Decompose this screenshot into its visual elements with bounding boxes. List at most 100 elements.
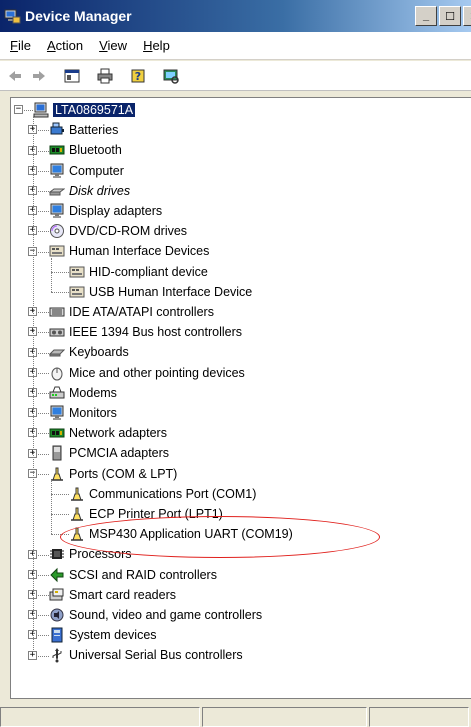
tree-item-label: Network adapters (69, 426, 167, 441)
tree-device[interactable]: USB Human Interface Device (69, 282, 252, 302)
tree-line (51, 479, 52, 535)
processor-icon (49, 546, 65, 562)
root-collapse-toggle[interactable]: − (14, 105, 23, 115)
tree-category[interactable]: Computer (49, 161, 124, 181)
tree-category[interactable]: Smart card readers (49, 585, 176, 605)
tree-device[interactable]: Communications Port (COM1) (69, 484, 256, 504)
device-tree[interactable]: − LTA0869571A + Batteries + Bluetooth + Compute… (10, 97, 471, 699)
device-manager-icon (4, 9, 21, 23)
printer-icon (97, 68, 113, 83)
system-device-icon (49, 627, 65, 643)
tree-line (38, 413, 49, 415)
title-bar[interactable]: Device Manager _ ☐ ✕ (0, 0, 471, 32)
tree-line (38, 231, 49, 233)
pcmcia-icon (49, 445, 65, 461)
tree-line (38, 130, 49, 132)
root-computer-icon (33, 102, 49, 118)
tree-item-label: Ports (COM & LPT) (69, 466, 178, 481)
tree-category[interactable]: DVD/CD-ROM drives (49, 221, 187, 241)
firewire-icon (49, 324, 65, 340)
tree-category[interactable]: Human Interface Devices (49, 241, 209, 261)
tree-line (38, 574, 49, 576)
scan-hardware-button[interactable] (160, 65, 182, 87)
tree-category[interactable]: PCMCIA adapters (49, 443, 169, 463)
tree-item-label: HID-compliant device (89, 264, 208, 279)
tree-category[interactable]: Keyboards (49, 342, 129, 362)
menu-view[interactable]: View (93, 36, 137, 55)
forward-button[interactable] (28, 65, 50, 87)
tree-line (51, 534, 69, 536)
tree-item-label: LTA0869571A (53, 103, 136, 117)
console-tree-icon (64, 69, 80, 82)
battery-icon (49, 122, 65, 138)
tree-line (38, 352, 49, 354)
tree-device[interactable]: ECP Printer Port (LPT1) (69, 504, 223, 524)
tree-category[interactable]: Batteries (49, 120, 118, 140)
menu-file[interactable]: File (4, 36, 41, 55)
tree-line (38, 392, 49, 394)
tree-item-label: PCMCIA adapters (69, 446, 170, 461)
tree-category[interactable]: Mice and other pointing devices (49, 363, 245, 383)
tree-item-label: IEEE 1394 Bus host controllers (69, 325, 243, 340)
tree-item-label: Keyboards (69, 345, 129, 360)
tree-category[interactable]: SCSI and RAID controllers (49, 565, 217, 585)
ide-controller-icon (49, 304, 65, 320)
tree-category[interactable]: Bluetooth (49, 140, 122, 160)
menu-help[interactable]: Help (137, 36, 180, 55)
minimize-button[interactable]: _ (415, 6, 437, 26)
tree-device[interactable]: MSP430 Application UART (COM19) (69, 524, 293, 544)
tree-item-label: Modems (69, 385, 117, 400)
toolbar-separator (56, 65, 57, 86)
tree-line (38, 150, 49, 152)
disk-drive-icon (49, 183, 65, 199)
console-tree-button[interactable] (61, 65, 83, 87)
tree-category[interactable]: System devices (49, 625, 157, 645)
expand-toggle[interactable]: + (28, 650, 37, 660)
usb-icon (49, 647, 65, 663)
help-button[interactable]: ? (127, 65, 149, 87)
tree-item-label: USB Human Interface Device (89, 284, 253, 299)
tree-item-label: IDE ATA/ATAPI controllers (69, 305, 214, 319)
tree-category[interactable]: Sound, video and game controllers (49, 605, 262, 625)
keyboard-icon (49, 344, 65, 360)
tree-category[interactable]: Ports (COM & LPT) (49, 464, 177, 484)
tree-item-label: Processors (69, 547, 132, 562)
window-title: Device Manager (25, 8, 132, 24)
bluetooth-chip-icon (49, 142, 65, 158)
tree-category[interactable]: Modems (49, 383, 117, 403)
tree-category[interactable]: Display adapters (49, 201, 162, 221)
modem-icon (49, 385, 65, 401)
toolbar-separator (89, 65, 90, 86)
menu-action[interactable]: Action (41, 36, 93, 55)
tree-item-label: Computer (69, 163, 124, 178)
device-manager-window: Device Manager _ ☐ ✕ File Action View He… (0, 0, 471, 727)
tree-device[interactable]: HID-compliant device (69, 262, 208, 282)
tree-category[interactable]: Monitors (49, 403, 117, 423)
toolbar-separator (155, 65, 156, 86)
close-button[interactable]: ✕ (463, 6, 471, 26)
tree-root[interactable]: LTA0869571A (33, 100, 136, 120)
tree-line (51, 291, 69, 293)
tree-category[interactable]: Disk drives (49, 181, 130, 201)
tree-category[interactable]: IEEE 1394 Bus host controllers (49, 322, 242, 342)
tree-line (38, 615, 49, 617)
tree-category[interactable]: Universal Serial Bus controllers (49, 645, 243, 665)
tree-category[interactable]: Network adapters (49, 423, 167, 443)
maximize-button[interactable]: ☐ (439, 6, 461, 26)
tree-line (51, 257, 52, 292)
print-button[interactable] (94, 65, 116, 87)
tree-category[interactable]: Processors (49, 544, 132, 564)
port-device-icon (69, 526, 85, 542)
hid-device-icon (69, 264, 85, 280)
tree-item-label: Batteries (69, 123, 119, 138)
back-button[interactable] (4, 65, 26, 87)
display-adapter-icon (49, 203, 65, 219)
tree-category[interactable]: IDE ATA/ATAPI controllers (49, 302, 214, 322)
tree-item-label: Communications Port (COM1) (89, 486, 257, 501)
tree-line (38, 433, 49, 435)
status-cell (202, 707, 367, 727)
status-cell (369, 707, 469, 727)
toolbar: ? (0, 61, 471, 91)
help-book-icon: ? (131, 69, 145, 83)
tree-item-label: ECP Printer Port (LPT1) (89, 507, 223, 521)
